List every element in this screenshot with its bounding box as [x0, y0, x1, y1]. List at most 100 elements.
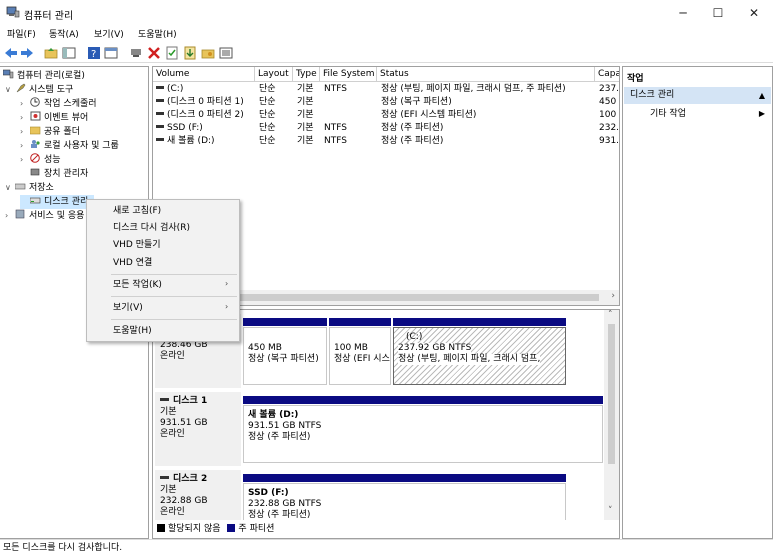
tree-item-storage[interactable]: ∨ 저장소 — [5, 181, 54, 195]
menu-item-view[interactable]: 보기(V) — [113, 301, 143, 315]
expand-arrow-icon[interactable]: › — [20, 125, 30, 139]
expand-arrow-icon[interactable]: › — [20, 139, 30, 153]
menu-bar: 파일(F) 동작(A) 보기(V) 도움말(H) — [0, 26, 773, 42]
show-hide-tree-icon[interactable] — [62, 46, 76, 60]
export-icon[interactable] — [183, 46, 197, 60]
column-header-capacity[interactable]: Capa — [595, 67, 619, 82]
legend-primary-swatch — [227, 524, 236, 532]
storage-icon — [15, 183, 26, 190]
vertical-scrollbar[interactable]: ˄ ˅ — [604, 310, 619, 520]
menu-item-refresh[interactable]: 새로 고침(F) — [113, 204, 161, 218]
expand-arrow-icon[interactable]: › — [20, 97, 30, 111]
expand-arrow-icon[interactable]: › — [20, 153, 30, 167]
disk-2-label[interactable]: 디스크 2 기본 232.88 GB 온라인 — [155, 470, 241, 520]
menu-file[interactable]: 파일(F) — [7, 27, 36, 40]
close-button[interactable]: ✕ — [736, 0, 772, 26]
up-folder-icon[interactable] — [44, 46, 58, 60]
delete-icon[interactable] — [147, 46, 161, 60]
column-header-layout[interactable]: Layout — [255, 67, 293, 82]
menu-item-attach-vhd[interactable]: VHD 연결 — [113, 256, 152, 270]
properties-icon[interactable] — [165, 46, 179, 60]
legend-unallocated-swatch — [157, 524, 165, 532]
tree-item-task-scheduler[interactable]: › 작업 스케줄러 — [20, 97, 97, 111]
collapse-arrow-icon[interactable]: ∨ — [5, 83, 15, 97]
scroll-down-icon[interactable]: ˅ — [608, 506, 613, 516]
column-header-volume[interactable]: Volume — [153, 67, 255, 82]
partition-d[interactable]: 새 볼륨 (D:) 931.51 GB NTFS 정상 (주 파티션) — [243, 405, 603, 463]
tree-item-performance[interactable]: › 성능 — [20, 153, 61, 167]
partition-recovery[interactable]: 450 MB 정상 (복구 파티션) — [243, 327, 327, 385]
partition-bar — [329, 318, 391, 326]
tree-item-device-manager[interactable]: 장치 관리자 — [30, 167, 88, 181]
menu-item-create-vhd[interactable]: VHD 만들기 — [113, 238, 161, 252]
actions-more-actions[interactable]: 기타 작업 ▶ — [624, 107, 771, 121]
volume-icon — [156, 112, 164, 115]
menu-help[interactable]: 도움말(H) — [138, 27, 177, 40]
device-manager-icon — [30, 168, 40, 176]
collapse-arrow-icon[interactable]: ∨ — [5, 181, 15, 195]
table-row[interactable]: (C:) 단순 기본 NTFS 정상 (부팅, 페이지 파일, 크래시 덤프, … — [153, 83, 619, 96]
help-icon[interactable]: ? — [87, 46, 101, 60]
submenu-arrow-icon: ▶ — [758, 109, 765, 118]
folder-key-icon[interactable] — [201, 46, 215, 60]
actions-section-disk-management[interactable]: 디스크 관리 ▲ — [624, 87, 771, 104]
column-header-file-system[interactable]: File System — [320, 67, 377, 82]
table-row[interactable]: 새 볼륨 (D:) 단순 기본 NTFS 정상 (주 파티션) 931.5 — [153, 135, 619, 148]
minimize-button[interactable]: ─ — [665, 0, 701, 26]
disk-icon — [160, 398, 169, 401]
tree-item-event-viewer[interactable]: › 이벤트 뷰어 — [20, 111, 88, 125]
menu-view[interactable]: 보기(V) — [94, 27, 124, 40]
back-icon[interactable] — [4, 46, 18, 60]
menu-item-rescan-disks[interactable]: 디스크 다시 검사(R) — [113, 221, 190, 235]
expand-arrow-icon[interactable]: › — [20, 111, 30, 125]
partition-efi[interactable]: 100 MB 정상 (EFI 시스 — [329, 327, 391, 385]
partition-c[interactable]: (C:) 237.92 GB NTFS 정상 (부팅, 페이지 파일, 크래시 … — [393, 327, 566, 385]
title-bar: 컴퓨터 관리 ─ ☐ ✕ — [0, 0, 773, 26]
disk-1-label[interactable]: 디스크 1 기본 931.51 GB 온라인 — [155, 392, 241, 466]
users-icon — [31, 140, 40, 148]
computer-management-icon — [3, 69, 14, 79]
tree-item-local-users-groups[interactable]: › 로컬 사용자 및 그룹 — [20, 139, 119, 153]
volume-icon — [156, 86, 164, 89]
expand-arrow-icon[interactable]: › — [5, 209, 15, 223]
menu-item-all-tasks[interactable]: 모든 작업(K) — [113, 278, 162, 292]
collapse-up-icon[interactable]: ▲ — [759, 87, 765, 104]
disk-icon — [160, 476, 169, 479]
partition-bar — [393, 318, 566, 326]
submenu-arrow-icon: › — [225, 302, 229, 311]
connect-icon[interactable] — [129, 46, 143, 60]
table-row[interactable]: (디스크 0 파티션 2) 단순 기본 정상 (EFI 시스템 파티션) 100… — [153, 109, 619, 122]
computer-management-icon — [6, 6, 20, 18]
actions-title: 작업 — [627, 74, 644, 84]
tree-item-shared-folders[interactable]: › 공유 폴더 — [20, 125, 80, 139]
table-row[interactable]: SSD (F:) 단순 기본 NTFS 정상 (주 파티션) 232.8 — [153, 122, 619, 135]
volume-icon — [156, 138, 164, 141]
toolbar: ? — [0, 43, 773, 63]
scroll-right-icon[interactable]: › — [611, 291, 615, 301]
scrollbar-thumb[interactable] — [608, 324, 615, 464]
menu-separator — [111, 274, 237, 275]
partition-f[interactable]: SSD (F:) 232.88 GB NTFS 정상 (주 파티션) — [243, 483, 566, 523]
volume-icon — [156, 125, 164, 128]
forward-icon[interactable] — [20, 46, 34, 60]
performance-icon — [30, 153, 40, 163]
actions-pane: 작업 디스크 관리 ▲ 기타 작업 ▶ — [622, 66, 773, 539]
tree-item-system-tools[interactable]: ∨ 시스템 도구 — [5, 83, 73, 97]
disk-graphical-view: 238.46 GB 온라인 450 MB 정상 (복구 파티션) 100 MB … — [152, 309, 620, 539]
menu-action[interactable]: 동작(A) — [49, 27, 79, 40]
clock-icon — [30, 97, 40, 107]
table-row[interactable]: (디스크 0 파티션 1) 단순 기본 정상 (복구 파티션) 450 I — [153, 96, 619, 109]
list-view-icon[interactable] — [219, 46, 233, 60]
disk-management-icon — [30, 197, 41, 204]
view-icon[interactable] — [104, 46, 118, 60]
menu-item-help[interactable]: 도움말(H) — [113, 324, 152, 338]
column-header-type[interactable]: Type — [293, 67, 320, 82]
column-header-status[interactable]: Status — [377, 67, 595, 82]
scroll-up-icon[interactable]: ˄ — [608, 310, 613, 320]
tree-item-computer-management[interactable]: 컴퓨터 관리(로컬) — [3, 69, 85, 83]
maximize-button[interactable]: ☐ — [700, 0, 736, 26]
legend: 할당되지 않음 주 파티션 — [153, 520, 619, 538]
tree-item-disk-management[interactable]: 디스크 관리 — [20, 195, 95, 209]
context-menu: 새로 고침(F) 디스크 다시 검사(R) VHD 만들기 VHD 연결 모든 … — [86, 199, 240, 342]
services-icon — [15, 209, 25, 219]
